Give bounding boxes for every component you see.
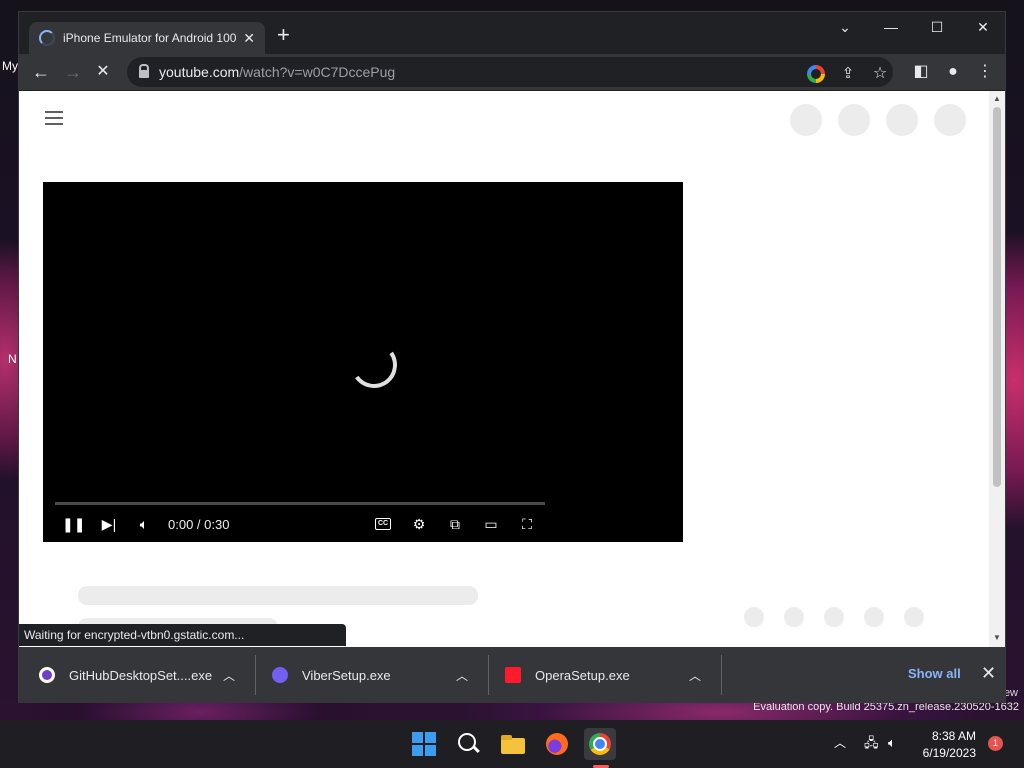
close-window-button[interactable]: ✕	[960, 16, 1006, 38]
new-tab-button[interactable]: +	[277, 24, 290, 46]
lock-icon[interactable]	[139, 64, 149, 78]
skeleton-circle	[886, 104, 918, 136]
viber-icon	[272, 667, 288, 683]
back-button[interactable]: ←	[29, 60, 53, 84]
desktop-icon-label: My	[2, 59, 18, 73]
firefox-icon[interactable]	[541, 728, 573, 760]
page-viewport: ❚❚ ▶| 🔈︎ 0:00 / 0:30 CC ⚙ ⧉ ▭ ⛶	[19, 91, 1005, 647]
tab-search-icon[interactable]: ⌄	[822, 16, 868, 38]
pause-icon[interactable]: ❚❚	[62, 515, 85, 533]
divider	[488, 655, 489, 695]
chevron-up-icon[interactable]: ︿	[456, 667, 468, 684]
scroll-up-icon[interactable]: ▲	[993, 94, 1001, 103]
skeleton-dot	[744, 607, 764, 627]
subtitles-icon[interactable]: CC	[375, 518, 391, 530]
notification-badge[interactable]: 1	[988, 736, 1003, 751]
url-host: youtube.com	[159, 64, 240, 80]
volume-icon[interactable]: 🔈︎	[888, 734, 896, 752]
opera-installer-icon	[505, 667, 521, 683]
skeleton-dot	[904, 607, 924, 627]
minimize-button[interactable]: —	[868, 16, 914, 38]
settings-gear-icon[interactable]: ⚙	[408, 515, 430, 533]
scroll-thumb[interactable]	[993, 107, 1001, 487]
miniplayer-icon[interactable]: ⧉	[444, 515, 466, 533]
taskbar: ︿ 🖧︎ 🔈︎ 8:38 AM 6/19/2023 1	[0, 720, 1024, 768]
clock-time[interactable]: 8:38 AM	[920, 729, 976, 743]
url-path: /watch?v=w0C7DccePug	[239, 64, 396, 80]
forward-button[interactable]: →	[61, 60, 85, 84]
skeleton-circle	[838, 104, 870, 136]
volume-icon[interactable]: 🔈︎	[133, 515, 155, 533]
chevron-up-icon[interactable]: ︿	[689, 667, 701, 684]
desktop-icon-label: N	[8, 352, 17, 366]
clock-date[interactable]: 6/19/2023	[910, 746, 976, 760]
tab-title: iPhone Emulator for Android 100	[63, 31, 237, 45]
browser-window: iPhone Emulator for Android 100 ✕ + ⌄ — …	[18, 11, 1006, 703]
chrome-icon[interactable]	[584, 728, 616, 760]
skeleton-dot	[864, 607, 884, 627]
address-bar[interactable]: youtube.com/watch?v=w0C7DccePug ⇪ ☆	[127, 57, 893, 87]
download-item[interactable]: OperaSetup.exe ︿	[505, 647, 701, 703]
watermark-text: ew	[1003, 687, 1018, 699]
divider	[721, 655, 722, 695]
bookmark-star-icon[interactable]: ☆	[871, 65, 889, 83]
skeleton-dot	[824, 607, 844, 627]
video-time: 0:00 / 0:30	[168, 517, 230, 532]
skeleton-title-bar	[78, 586, 478, 605]
share-icon[interactable]: ⇪	[839, 65, 857, 83]
download-filename: GitHubDesktopSet....exe	[69, 667, 213, 683]
windows-start-icon[interactable]	[408, 728, 440, 760]
download-item[interactable]: GitHubDesktopSet....exe ︿	[39, 647, 235, 703]
close-downloads-icon[interactable]: ✕	[981, 663, 996, 684]
tab-strip: iPhone Emulator for Android 100 ✕ + ⌄ — …	[19, 12, 1005, 54]
downloads-bar: GitHubDesktopSet....exe ︿ ViberSetup.exe…	[19, 647, 1005, 703]
page-scrollbar[interactable]: ▲ ▼	[989, 91, 1005, 647]
loading-spinner-icon	[39, 30, 55, 46]
skeleton-circle	[934, 104, 966, 136]
browser-toolbar: ← → ✕ youtube.com/watch?v=w0C7DccePug ⇪ …	[19, 54, 1005, 90]
scroll-down-icon[interactable]: ▼	[993, 633, 1001, 642]
download-item[interactable]: ViberSetup.exe ︿	[272, 647, 468, 703]
fullscreen-icon[interactable]: ⛶	[516, 515, 538, 533]
hamburger-menu-icon[interactable]	[45, 111, 63, 125]
video-progress-bar[interactable]	[55, 502, 545, 505]
network-icon[interactable]: 🖧︎	[864, 734, 879, 752]
file-explorer-icon[interactable]	[497, 728, 529, 760]
theater-mode-icon[interactable]: ▭	[480, 515, 502, 533]
download-filename: ViberSetup.exe	[302, 667, 391, 683]
next-icon[interactable]: ▶|	[98, 515, 120, 533]
tab-active[interactable]: iPhone Emulator for Android 100 ✕	[29, 22, 265, 54]
profile-icon[interactable]: ●	[941, 60, 965, 84]
skeleton-circle	[790, 104, 822, 136]
search-icon[interactable]	[452, 728, 484, 760]
google-lens-icon[interactable]	[807, 65, 825, 83]
chevron-up-icon[interactable]: ︿	[834, 734, 846, 752]
download-filename: OperaSetup.exe	[535, 667, 630, 683]
stop-loading-button[interactable]: ✕	[91, 60, 115, 84]
skeleton-dot	[784, 607, 804, 627]
tab-close-icon[interactable]: ✕	[243, 30, 255, 47]
show-all-downloads-link[interactable]: Show all	[908, 666, 961, 681]
chevron-up-icon[interactable]: ︿	[223, 667, 235, 684]
video-loading-spinner-icon	[347, 338, 401, 392]
status-bubble: Waiting for encrypted-vtbn0.gstatic.com.…	[19, 624, 346, 646]
maximize-button[interactable]: ☐	[914, 16, 960, 38]
divider	[255, 655, 256, 695]
side-panel-icon[interactable]: ◧	[909, 60, 933, 84]
github-icon	[39, 667, 55, 683]
menu-kebab-icon[interactable]: ⋮	[973, 60, 997, 84]
video-player[interactable]: ❚❚ ▶| 🔈︎ 0:00 / 0:30 CC ⚙ ⧉ ▭ ⛶	[43, 182, 683, 542]
